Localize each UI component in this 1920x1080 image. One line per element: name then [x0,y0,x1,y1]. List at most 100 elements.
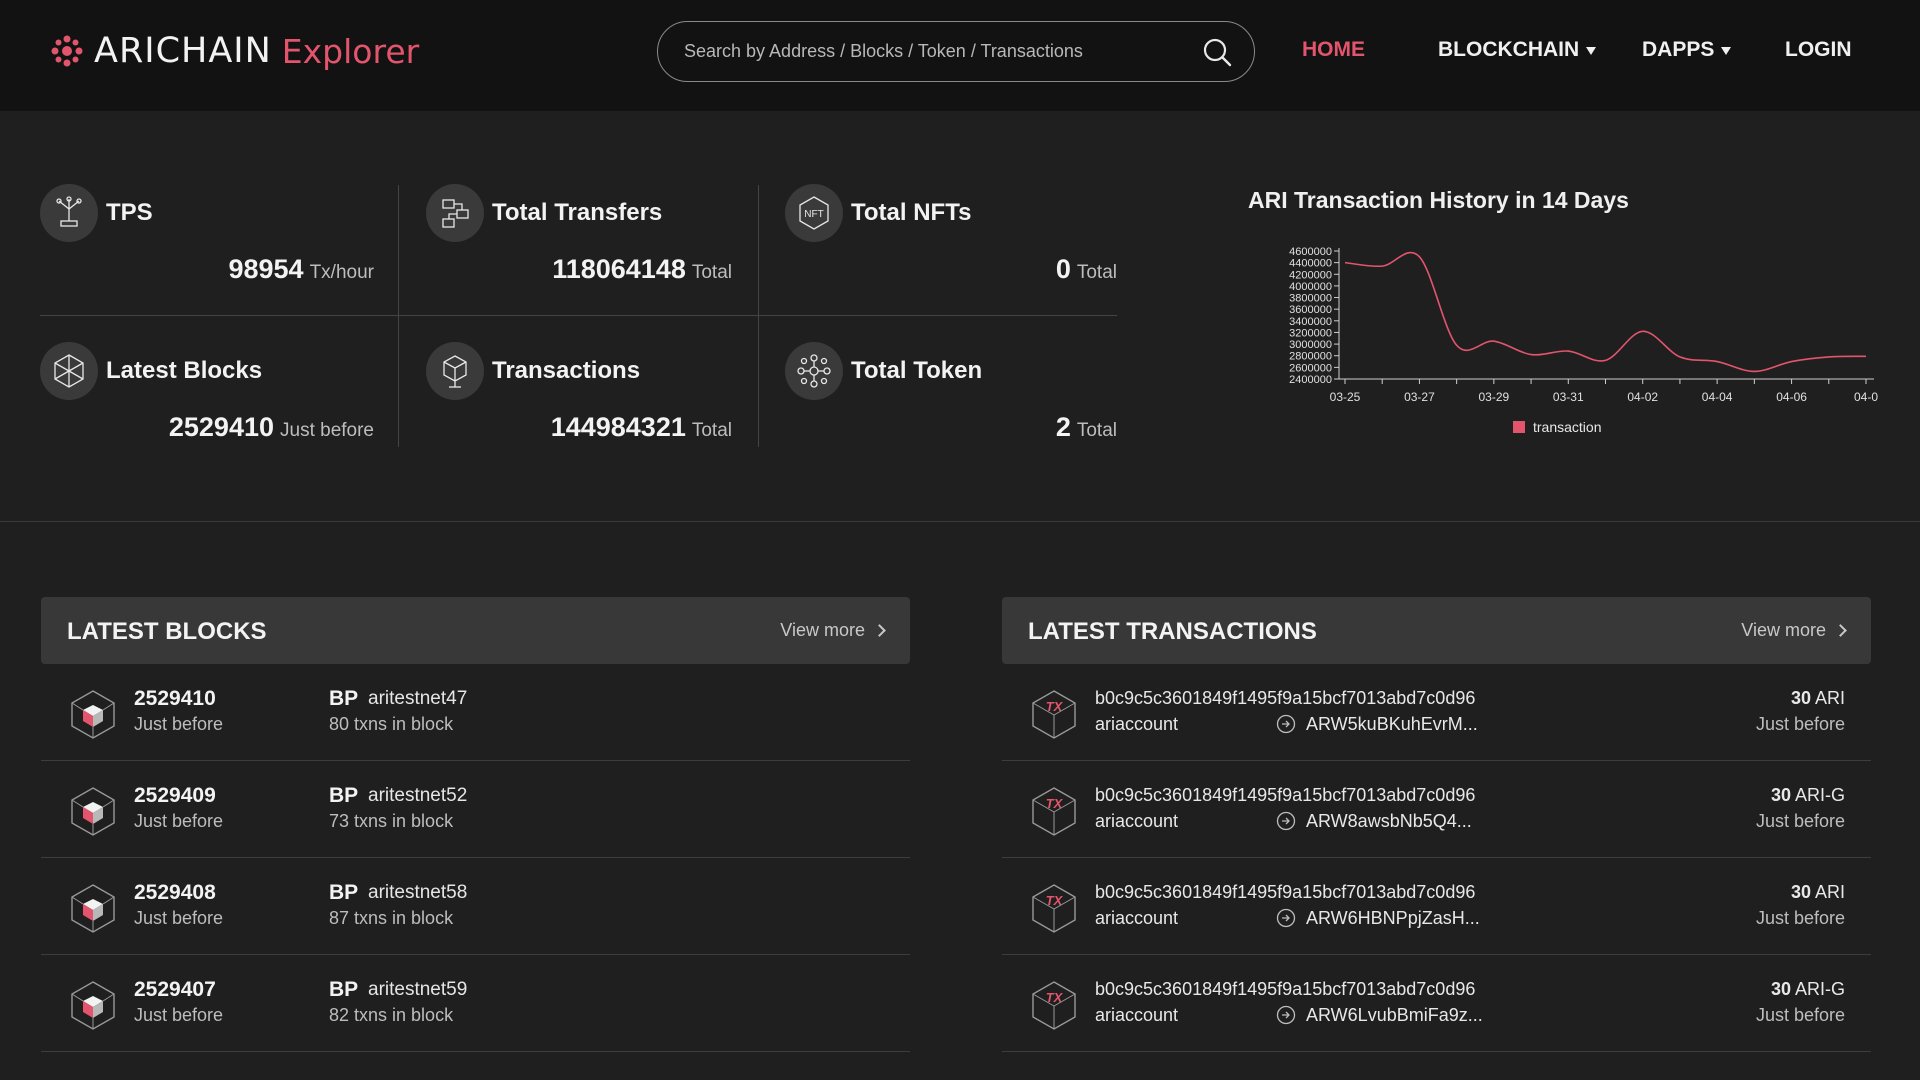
x-tick-label: 04-04 [1702,390,1733,404]
table-row[interactable]: TX b0c9c5c3601849f1495f9a15bcf7013abd7c0d… [1002,858,1871,955]
stat-unit: Tx/hour [309,262,374,283]
logo-text: ARICHAIN [94,31,272,71]
stats-divider [40,315,1117,316]
tx-to-link[interactable]: ARW6LvubBmiFa9z... [1306,1005,1483,1026]
chevron-down-icon [1721,47,1732,55]
block-cube-icon [71,787,115,836]
search-icon [1203,38,1232,66]
nav-login-label: LOGIN [1785,38,1852,61]
tx-time: Just before [1755,811,1845,831]
stats-divider [398,185,399,447]
block-producer-link[interactable]: aritestnet59 [368,979,467,1001]
bp-label: BP [329,978,359,1001]
block-producer-link[interactable]: aritestnet58 [368,882,467,904]
tx-hash-link[interactable]: b0c9c5c3601849f1495f9a15bcf7013abd7c0d96 [1095,979,1475,1000]
tx-to-link[interactable]: ARW6HBNPpjZasH... [1306,908,1480,929]
blocks-view-more-link[interactable]: View more [780,620,886,641]
x-tick-label: 03-29 [1479,390,1510,404]
chart-title: ARI Transaction History in 14 Days [1248,187,1629,213]
block-number-link[interactable]: 2529409 [134,784,216,808]
y-tick-label: 2400000 [1289,374,1332,386]
block-cube-icon [71,884,115,933]
series-line-transaction [1344,251,1867,373]
tx-hash-link[interactable]: b0c9c5c3601849f1495f9a15bcf7013abd7c0d96 [1095,882,1475,903]
transaction-cube-icon: TX [1032,981,1076,1030]
table-row[interactable]: 2529407 Just before BP aritestnet59 82 txns … [41,955,910,1052]
stat-value: 144984321 Total [551,412,732,443]
stat-unit: Total [691,262,732,283]
tx-amount-symbol: ARI-G [1794,979,1845,999]
tx-time: Just before [1755,908,1845,928]
nav-blockchain[interactable]: BLOCKCHAIN [1438,38,1597,62]
block-number-link[interactable]: 2529407 [134,978,216,1002]
table-row[interactable]: TX b0c9c5c3601849f1495f9a15bcf7013abd7c0d… [1002,955,1871,1052]
y-tick-label: 3400000 [1289,316,1332,328]
nav-home[interactable]: HOME [1302,38,1365,62]
latest-transactions-header: LATEST TRANSACTIONS View more [1002,597,1871,664]
transaction-cube-icon: TX [1032,787,1076,836]
section-divider [0,521,1920,522]
stat-number: 98954 [228,254,304,284]
nav-dapps[interactable]: DAPPS [1642,38,1732,62]
view-more-label: View more [780,620,865,640]
stat-total-nfts: NFT Total NFTs 0 Total [785,184,1117,314]
tx-to-link[interactable]: ARW8awsbNb5Q4... [1306,811,1472,832]
x-tick-label: 03-25 [1330,390,1361,404]
tps-icon [40,184,98,242]
stat-number: 144984321 [550,412,686,442]
table-row[interactable]: TX b0c9c5c3601849f1495f9a15bcf7013abd7c0d… [1002,761,1871,858]
stat-title: Total NFTs [851,199,972,226]
latest-blocks-title: LATEST BLOCKS [67,618,267,645]
nav-login[interactable]: LOGIN [1785,38,1852,62]
svg-text:TX: TX [1046,699,1064,714]
x-tick-label: 04-02 [1627,390,1658,404]
x-tick-label: 04-06 [1776,390,1807,404]
stat-value: 118064148 Total [552,254,732,285]
tx-amount-value: 30 [1790,688,1811,708]
search-button[interactable] [1200,35,1234,69]
block-producer-link[interactable]: aritestnet52 [368,785,467,807]
arrow-right-circle-icon [1276,714,1296,734]
svg-text:NFT: NFT [804,209,823,220]
logo[interactable]: ARICHAIN Explorer [50,30,419,72]
y-tick-label: 4600000 [1289,246,1332,258]
stat-value: 2 Total [1056,412,1117,443]
block-time: Just before [134,714,224,734]
table-row[interactable]: 2529408 Just before BP aritestnet58 87 txns … [41,858,910,955]
stat-unit: Total [1076,262,1117,283]
tx-hash-link[interactable]: b0c9c5c3601849f1495f9a15bcf7013abd7c0d96 [1095,785,1475,806]
tx-from-link[interactable]: ariaccount [1095,714,1178,735]
tx-to-link[interactable]: ARW5kuBKuhEvrM... [1306,714,1478,735]
search-input[interactable] [684,41,1200,62]
y-tick-label: 4200000 [1289,269,1332,281]
tx-from-link[interactable]: ariaccount [1095,908,1178,929]
legend-label: transaction [1533,419,1601,435]
nft-icon: NFT [785,184,843,242]
y-tick-label: 3200000 [1289,327,1332,339]
header: ARICHAIN Explorer HOME BLOCKCHAIN DAPPS … [0,0,1920,111]
latest-blocks-header: LATEST BLOCKS View more [41,597,910,664]
table-row[interactable]: 2529410 Just before BP aritestnet47 80 txns … [41,664,910,761]
tx-from-link[interactable]: ariaccount [1095,811,1178,832]
block-time: Just before [134,908,224,928]
block-number-link[interactable]: 2529408 [134,881,216,905]
y-tick-label: 3800000 [1289,293,1332,305]
arrow-right-circle-icon [1276,1005,1296,1025]
view-more-label: View more [1741,620,1826,640]
transaction-history-chart: 2400000260000028000003000000320000034000… [1289,246,1878,435]
transactions-view-more-link[interactable]: View more [1741,620,1847,641]
y-tick-label: 2600000 [1289,362,1332,374]
tx-amount: 30 ARI-G [1771,785,1845,806]
block-number-link[interactable]: 2529410 [134,687,216,711]
x-tick-label: 03-27 [1404,390,1435,404]
svg-text:TX: TX [1046,893,1064,908]
block-producer-link[interactable]: aritestnet47 [368,688,467,710]
tx-hash-link[interactable]: b0c9c5c3601849f1495f9a15bcf7013abd7c0d96 [1095,688,1475,709]
nav-home-label: HOME [1302,38,1365,61]
table-row[interactable]: TX b0c9c5c3601849f1495f9a15bcf7013abd7c0d… [1002,664,1871,761]
tx-from-link[interactable]: ariaccount [1095,1005,1178,1026]
arichain-logo-icon [51,35,83,67]
latest-transactions-title: LATEST TRANSACTIONS [1028,618,1317,645]
chevron-down-icon [1586,47,1597,55]
table-row[interactable]: 2529409 Just before BP aritestnet52 73 txns … [41,761,910,858]
